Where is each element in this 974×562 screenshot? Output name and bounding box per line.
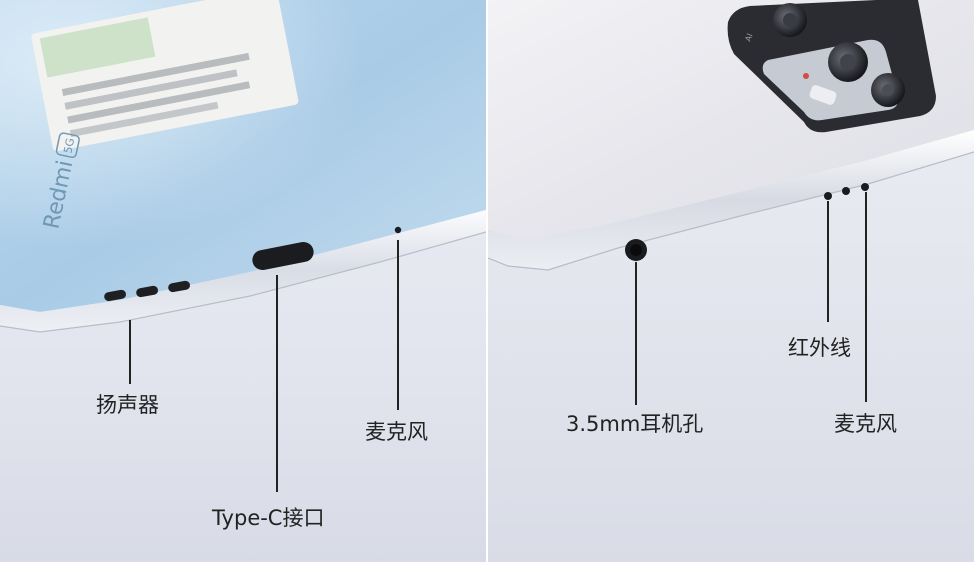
mic-hole: [394, 226, 402, 234]
headphone-jack-label: 3.5mm耳机孔: [566, 412, 704, 436]
mic-label-right: 麦克风: [834, 412, 897, 436]
usb-c-label: Type-C接口: [212, 506, 325, 530]
phone-top-illustration: AI: [488, 0, 974, 562]
mic-label-left: 麦克风: [365, 420, 428, 444]
phone-bottom-illustration: Redmi 5G: [0, 0, 486, 562]
mic-hole-top: [861, 183, 869, 191]
speaker-label: 扬声器: [96, 393, 159, 417]
ir-label: 红外线: [788, 336, 851, 360]
bottom-edge-photo: Redmi 5G 扬声器 Type-C接口 麦克风: [0, 0, 486, 562]
ir-blaster-hole: [824, 192, 832, 200]
product-detail-image: Redmi 5G 扬声器 Type-C接口 麦克风 AI 3.5mm耳机孔 红外…: [0, 0, 974, 562]
top-edge-photo: AI 3.5mm耳机孔 红外线 麦克风: [488, 0, 974, 562]
